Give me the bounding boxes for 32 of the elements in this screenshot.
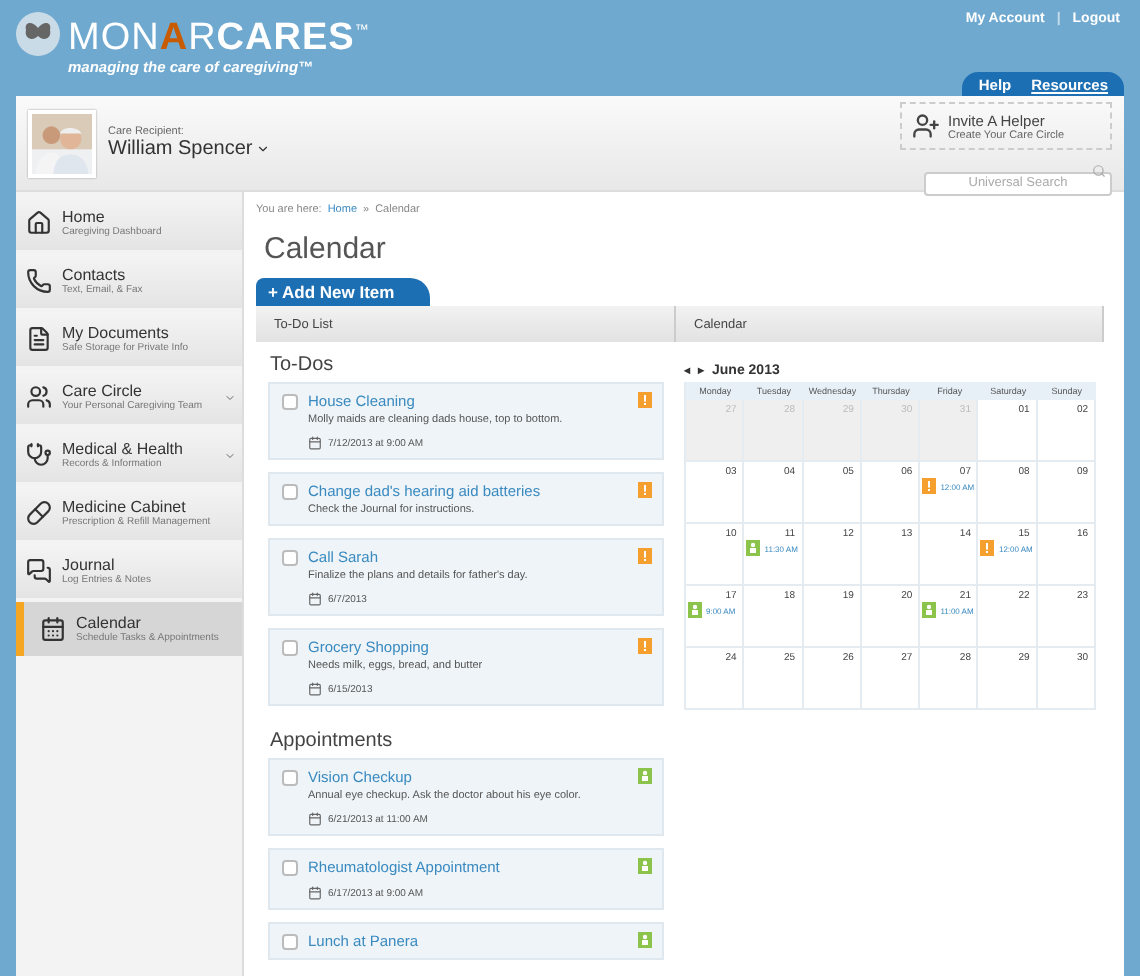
butterfly-logo-icon [16, 12, 60, 56]
caret-icon[interactable] [224, 391, 236, 403]
phone-icon [26, 268, 52, 294]
calendar-icon [308, 812, 322, 826]
home-icon [26, 210, 52, 236]
section-title: Appointments [270, 730, 395, 752]
calendar-icon [308, 682, 322, 696]
caret-icon[interactable] [224, 449, 236, 461]
checkbox[interactable] [282, 550, 298, 566]
checkbox[interactable] [282, 934, 298, 950]
add-new-item-button[interactable]: + Add New Item [256, 278, 431, 306]
document-icon [26, 326, 52, 352]
recipient-dropdown[interactable]: William Spencer [108, 138, 888, 160]
checkbox[interactable] [282, 770, 298, 786]
calendar-icon [308, 436, 322, 450]
caret-icon [256, 142, 271, 156]
calendar-icon [40, 616, 66, 642]
add-user-icon [912, 112, 940, 140]
pill-icon [26, 500, 52, 526]
search-icon[interactable] [1092, 164, 1106, 178]
checkbox[interactable] [282, 394, 298, 410]
calendar-icon [308, 886, 322, 900]
checkbox[interactable] [282, 484, 298, 500]
checkbox[interactable] [282, 860, 298, 876]
group-icon [26, 384, 52, 410]
page-title: Calendar [264, 232, 388, 266]
section-title: To-Dos [270, 354, 336, 376]
chat-icon [26, 558, 52, 584]
logo-text: MONARCARES$^{™}$ [68, 14, 370, 59]
stethoscope-icon [26, 442, 52, 468]
calendar-icon [308, 592, 322, 606]
checkbox[interactable] [282, 640, 298, 656]
